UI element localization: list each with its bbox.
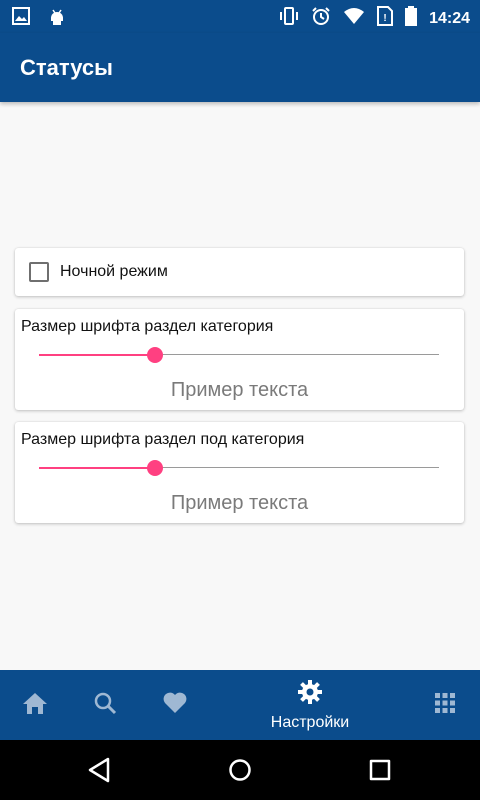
- recents-icon[interactable]: [368, 757, 392, 788]
- nav-settings-label: Настройки: [270, 713, 350, 731]
- nav-home-button[interactable]: [15, 670, 55, 740]
- battery-icon: [405, 6, 418, 31]
- font-subcategory-slider[interactable]: [39, 460, 439, 476]
- slider-track-active: [39, 354, 155, 356]
- font-category-sample: Пример текста: [170, 379, 309, 401]
- no-sim-icon: !: [377, 6, 394, 31]
- night-mode-card[interactable]: Ночной режим: [15, 248, 464, 296]
- slider-track: [155, 354, 439, 355]
- home-icon: [22, 691, 48, 720]
- gear-icon: [297, 679, 323, 710]
- clock-time: 14:24: [429, 9, 470, 27]
- font-category-label: Размер шрифта раздел категория: [21, 318, 274, 335]
- nav-search-button[interactable]: [85, 670, 125, 740]
- heart-icon: [162, 691, 188, 720]
- vibrate-icon: [279, 7, 299, 30]
- font-category-slider[interactable]: [39, 347, 439, 363]
- home-circle-icon[interactable]: [228, 757, 252, 788]
- nav-apps-button[interactable]: [425, 670, 465, 740]
- night-mode-label: Ночной режим: [60, 263, 168, 280]
- nav-favorites-button[interactable]: [155, 670, 195, 740]
- android-debug-icon: [48, 7, 66, 32]
- font-subcategory-card: Размер шрифта раздел под категория Приме…: [15, 422, 464, 523]
- night-mode-checkbox[interactable]: [29, 262, 49, 282]
- font-category-card: Размер шрифта раздел категория Пример те…: [15, 309, 464, 410]
- back-icon[interactable]: [87, 757, 111, 788]
- nav-settings-button[interactable]: Настройки: [255, 670, 365, 740]
- system-navigation-bar: [0, 740, 480, 800]
- font-subcategory-sample: Пример текста: [170, 492, 309, 514]
- image-icon: [12, 7, 30, 32]
- alarm-icon: [311, 6, 331, 31]
- slider-track: [155, 467, 439, 468]
- status-bar: ! 14:24: [0, 0, 480, 33]
- search-icon: [93, 691, 117, 720]
- apps-grid-icon: [434, 692, 456, 719]
- wifi-icon: [343, 7, 365, 30]
- slider-thumb[interactable]: [147, 347, 163, 363]
- slider-track-active: [39, 467, 155, 469]
- font-subcategory-label: Размер шрифта раздел под категория: [21, 431, 305, 448]
- bottom-navigation: Настройки: [0, 670, 480, 740]
- slider-thumb[interactable]: [147, 460, 163, 476]
- page-title: Статусы: [20, 55, 113, 80]
- svg-text:!: !: [383, 13, 386, 24]
- app-bar: Статусы: [0, 33, 480, 102]
